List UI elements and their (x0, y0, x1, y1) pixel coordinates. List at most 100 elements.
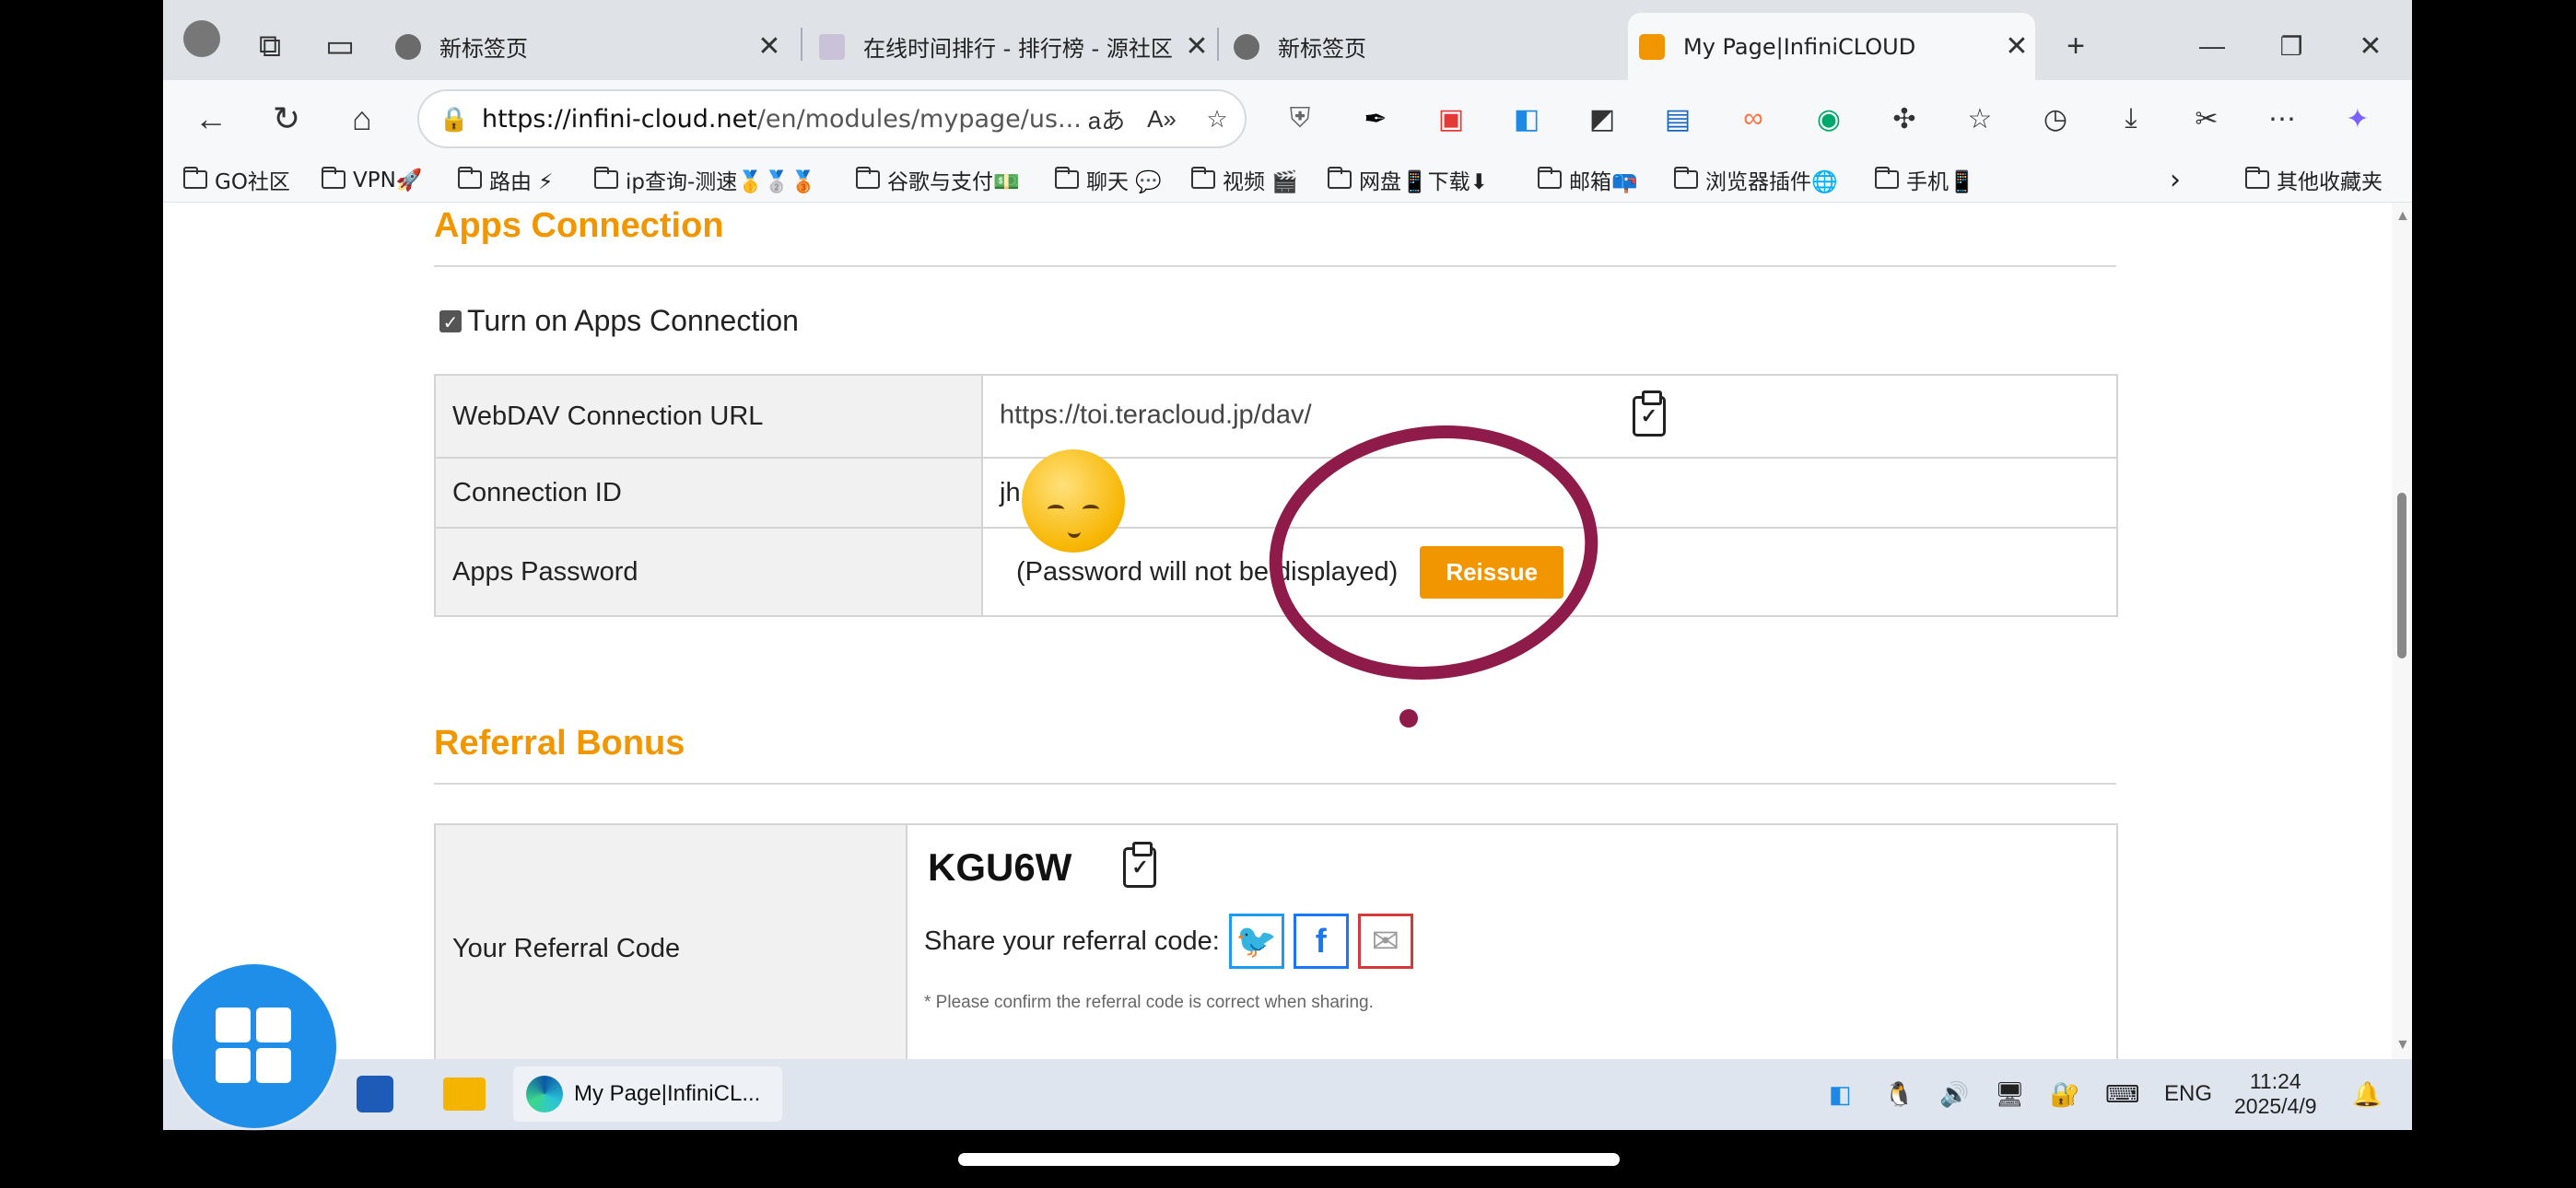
volume-icon[interactable]: 🔊 (1939, 1074, 1969, 1114)
favorite-star-icon[interactable]: ☆ (1189, 105, 1245, 134)
translate-extension-icon[interactable]: ◧ (1506, 99, 1547, 139)
other-favorites-folder[interactable]: 其他收藏夹 (2245, 163, 2383, 196)
security-icon[interactable]: 🔐 (2050, 1074, 2079, 1114)
display-icon[interactable]: 🖥 (1995, 1074, 2025, 1114)
bookmark-label: 谷歌与支付💵 (887, 170, 1020, 194)
home-icon[interactable]: ⌂ (333, 89, 392, 148)
tab-close-icon[interactable]: ✕ (1998, 30, 2035, 63)
infinity-extension-icon[interactable]: ∞ (1733, 99, 1774, 139)
vertical-scrollbar[interactable]: ▲ ▼ (2392, 203, 2412, 1059)
minimize-button[interactable]: — (2184, 18, 2240, 74)
bookmark-folder[interactable]: 谷歌与支付💵 (856, 163, 1020, 196)
profile-avatar[interactable] (183, 20, 220, 57)
qq-icon[interactable]: 🐧 (1884, 1074, 1914, 1114)
tab-close-icon[interactable]: ✕ (751, 30, 788, 63)
history-icon[interactable]: ◷ (2035, 99, 2076, 139)
referral-note: * Please confirm the referral code is co… (924, 993, 1374, 1012)
vertical-tabs-icon[interactable]: ▭ (312, 18, 368, 74)
close-window-button[interactable]: ✕ (2343, 18, 2398, 74)
back-icon[interactable]: ← (181, 89, 240, 148)
tab-separator (1217, 28, 1219, 61)
tab-separator (801, 28, 802, 61)
new-tab-button[interactable]: + (2048, 18, 2103, 74)
tab-title: My Page|InfiniCLOUD (1683, 33, 1916, 60)
bookmark-folder[interactable]: VPN🚀 (322, 163, 422, 196)
bookmark-label: 手机📱 (1906, 170, 1975, 194)
bookmark-folder[interactable]: 网盘📱下载⬇ (1328, 163, 1488, 196)
text-size-icon[interactable]: A» (1134, 105, 1189, 134)
extensions-puzzle-icon[interactable]: ✣ (1884, 99, 1925, 139)
folder-icon (1674, 167, 1698, 189)
address-bar[interactable]: 🔒 https://infini-cloud.net/en/modules/my… (417, 89, 1247, 148)
mail-share-button[interactable]: ✉ (1357, 914, 1413, 969)
referral-code-value: KGU6W (928, 845, 1072, 889)
bookmark-folder[interactable]: 邮箱📪 (1538, 163, 1638, 196)
workspaces-icon[interactable]: ⧉ (242, 18, 298, 74)
share-label: Share your referral code: (924, 926, 1220, 956)
bookmarks-bar: GO社区 VPN🚀 路由 ⚡ ip查询-测速🥇🥈🥉 谷歌与支付💵 聊天 💬 视频… (163, 157, 2412, 203)
blue-extension-icon[interactable]: ▤ (1657, 99, 1698, 139)
tab-my-page[interactable]: My Page|InfiniCLOUD ✕ (1628, 13, 2035, 80)
scrollbar-thumb[interactable] (2397, 493, 2406, 658)
green-extension-icon[interactable]: ◉ (1809, 99, 1849, 139)
file-explorer-icon[interactable] (443, 1066, 486, 1122)
clock-time: 11:24 (2249, 1069, 2301, 1093)
restore-button[interactable]: ❐ (2264, 18, 2319, 74)
tab-ranking[interactable]: 在线时间排行 - 排行榜 - 源社区 - ✕ (808, 13, 1215, 80)
folder-icon (856, 167, 880, 189)
taskbar-app-title: My Page|InfiniCL... (574, 1081, 761, 1106)
bookmark-folder[interactable]: ip查询-测速🥇🥈🥉 (594, 163, 816, 196)
favorites-icon[interactable]: ☆ (1960, 99, 2000, 139)
referral-code-label: Your Referral Code (434, 823, 907, 1059)
folder-icon (1538, 167, 1562, 189)
clock[interactable]: 11:24 2025/4/9 (2234, 1063, 2317, 1125)
bookmarks-overflow-chevron-icon[interactable]: › (2170, 163, 2181, 196)
toolbar: ← ↻ ⌂ 🔒 https://infini-cloud.net/en/modu… (163, 80, 2412, 157)
input-language[interactable]: ENG (2164, 1074, 2212, 1114)
bookmark-label: ip查询-测速🥇🥈🥉 (626, 170, 817, 194)
bookmark-folder[interactable]: 视频 🎬 (1191, 163, 1298, 196)
facebook-share-button[interactable]: f (1293, 914, 1349, 969)
bookmark-folder[interactable]: 浏览器插件🌐 (1674, 163, 1838, 196)
scroll-down-arrow-icon[interactable]: ▼ (2395, 1037, 2410, 1054)
download-icon[interactable]: ⤓ (2111, 99, 2151, 139)
tray-app-icon[interactable]: ◧ (1829, 1074, 1852, 1114)
refresh-icon[interactable]: ↻ (257, 89, 316, 148)
taskbar: My Page|InfiniCL... ◧ 🐧 🔊 🖥 🔐 ⌨ ENG 11:2… (163, 1059, 2412, 1130)
home-indicator[interactable] (958, 1153, 1620, 1166)
address-url[interactable]: https://infini-cloud.net/en/modules/mypa… (482, 105, 1079, 134)
read-aloud-icon[interactable]: aあ (1079, 102, 1134, 136)
folder-icon (1328, 167, 1352, 189)
folder-icon (322, 167, 345, 189)
bookmark-label: 邮箱📪 (1569, 170, 1638, 194)
bookmark-folder[interactable]: 路由 ⚡ (458, 163, 553, 196)
folder-icon (1191, 167, 1215, 189)
red-extension-icon[interactable]: ▣ (1431, 99, 1471, 139)
folder-icon (1875, 167, 1899, 189)
twitter-share-button[interactable]: 🐦 (1228, 914, 1284, 969)
scroll-up-arrow-icon[interactable]: ▲ (2395, 208, 2410, 225)
table-row: Your Referral Code KGU6W Share your refe… (434, 823, 2118, 1059)
folder-icon (594, 167, 618, 189)
pen-extension-icon[interactable]: ✒ (1355, 99, 1396, 139)
screenshot-icon[interactable]: ✂ (2186, 99, 2227, 139)
lock-icon[interactable]: 🔒 (427, 105, 482, 134)
dark-extension-icon[interactable]: ◩ (1582, 99, 1622, 139)
shield-extension-icon[interactable]: ⛨ (1280, 99, 1320, 139)
start-button-overlay[interactable] (172, 964, 336, 1128)
copy-clipboard-icon[interactable] (1123, 842, 1157, 888)
keyboard-icon[interactable]: ⌨ (2105, 1074, 2140, 1114)
bookmark-folder[interactable]: 聊天 💬 (1055, 163, 1162, 196)
bookmark-label: 网盘📱下载⬇ (1359, 170, 1488, 194)
bookmark-label: VPN🚀 (353, 168, 423, 192)
store-icon[interactable] (357, 1066, 393, 1122)
copilot-icon[interactable]: ✦ (2337, 99, 2378, 139)
annotation-circle (1269, 425, 1598, 680)
bookmark-folder[interactable]: 手机📱 (1875, 163, 1975, 196)
more-menu-icon[interactable]: ⋯ (2262, 99, 2302, 139)
taskbar-edge-app[interactable]: My Page|InfiniCL... (513, 1066, 782, 1122)
notification-bell-icon[interactable]: 🔔 (2352, 1074, 2382, 1114)
tab-new-tab-1[interactable]: 新标签页 ✕ (384, 13, 788, 80)
bookmark-folder[interactable]: GO社区 (183, 163, 290, 196)
tab-close-icon[interactable]: ✕ (1178, 30, 1215, 63)
